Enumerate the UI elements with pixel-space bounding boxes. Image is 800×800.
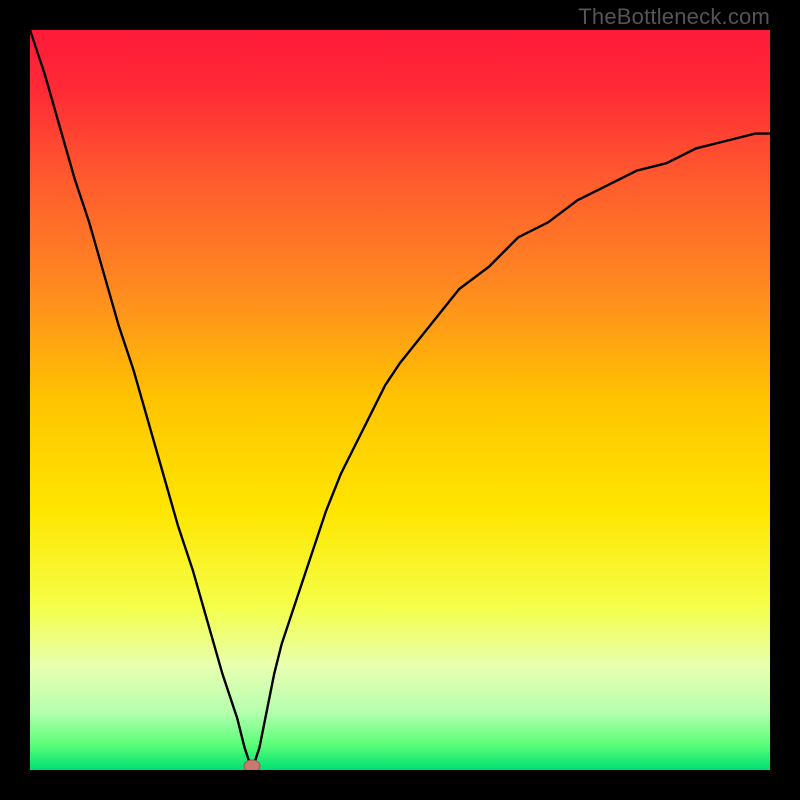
plot-area bbox=[30, 30, 770, 770]
bottleneck-chart bbox=[30, 30, 770, 770]
chart-frame: TheBottleneck.com bbox=[0, 0, 800, 800]
watermark-label: TheBottleneck.com bbox=[578, 4, 770, 30]
optimal-point-marker bbox=[244, 760, 260, 770]
